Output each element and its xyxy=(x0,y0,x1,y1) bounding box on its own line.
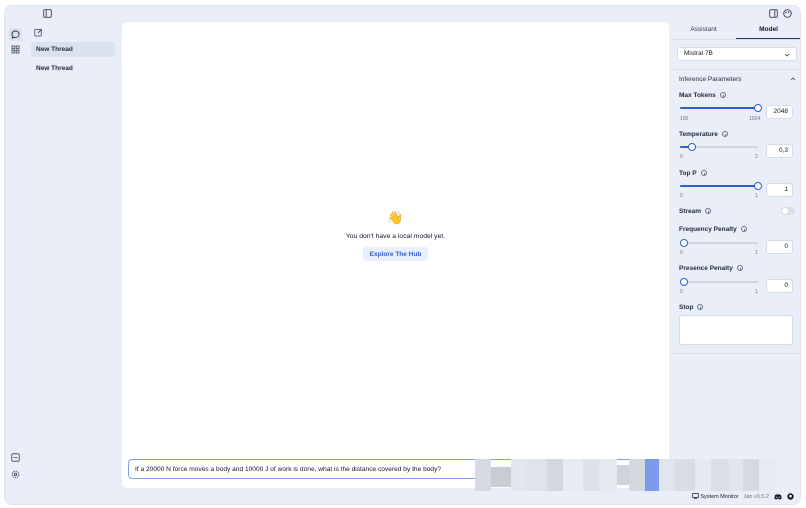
tab-assistant[interactable]: Assistant xyxy=(671,22,736,39)
model-select[interactable]: Mistral 7B xyxy=(677,47,797,61)
stop-textarea[interactable] xyxy=(679,315,793,345)
info-icon[interactable] xyxy=(705,208,712,214)
app-version: Jan v0.5.2 xyxy=(743,493,769,500)
thread-list: New Thread New Thread xyxy=(27,6,119,504)
section-divider xyxy=(671,69,800,70)
frequency-penalty-label: Frequency Penalty xyxy=(679,226,747,233)
model-select-value: Mistral 7B xyxy=(684,50,713,57)
gear-icon xyxy=(11,470,20,479)
stream-toggle[interactable] xyxy=(781,207,795,215)
info-icon[interactable] xyxy=(719,92,726,98)
top-p-slider[interactable] xyxy=(680,182,762,190)
thread-item[interactable]: New Thread xyxy=(31,61,115,76)
max-tokens-slider[interactable] xyxy=(680,104,762,112)
right-settings-panel: Assistant Model Mistral 7B Inference Par… xyxy=(671,6,800,504)
new-thread-icon[interactable] xyxy=(34,28,43,37)
local-api-nav-button[interactable] xyxy=(9,451,22,464)
max-tokens-max: 1024 xyxy=(749,116,761,122)
chevron-down-icon xyxy=(784,53,790,57)
temperature-thumb[interactable] xyxy=(687,143,696,151)
temperature-input[interactable]: 0,3 xyxy=(766,144,793,158)
github-icon[interactable] xyxy=(787,493,794,500)
hub-nav-button[interactable] xyxy=(9,43,22,56)
monitor-icon xyxy=(692,493,699,499)
app-window: New Thread New Thread 👋 You don't have a… xyxy=(4,5,801,505)
chat-main-panel: 👋 You don't have a local model yet. Expl… xyxy=(122,22,669,488)
max-tokens-min: 100 xyxy=(680,116,689,122)
frequency-penalty-max: 1 xyxy=(755,250,758,256)
wave-emoji: 👋 xyxy=(387,210,404,225)
frequency-penalty-input[interactable]: 0 xyxy=(766,240,793,254)
inference-parameters-title[interactable]: Inference Parameters xyxy=(679,76,742,83)
system-monitor-button[interactable]: System Monitor xyxy=(692,493,739,500)
frequency-penalty-min: 0 xyxy=(680,250,683,256)
temperature-max: 2 xyxy=(755,154,758,160)
max-tokens-input[interactable]: 2048 xyxy=(766,105,793,119)
presence-penalty-min: 0 xyxy=(680,289,683,295)
explore-hub-button[interactable]: Explore The Hub xyxy=(363,247,428,261)
thread-item[interactable]: New Thread xyxy=(31,42,115,57)
empty-state-message: You don't have a local model yet. xyxy=(345,233,446,240)
presence-penalty-label: Presence Penalty xyxy=(679,265,743,272)
frequency-penalty-thumb[interactable] xyxy=(680,239,688,247)
top-p-fill xyxy=(680,185,758,187)
section-divider xyxy=(671,353,800,354)
info-icon[interactable] xyxy=(740,226,747,232)
top-p-input[interactable]: 1 xyxy=(766,183,793,197)
info-icon[interactable] xyxy=(697,304,704,310)
terminal-icon xyxy=(11,453,20,462)
chat-nav-button[interactable] xyxy=(9,28,22,41)
nav-rail xyxy=(5,6,27,504)
grid-icon xyxy=(11,45,20,54)
presence-penalty-thumb[interactable] xyxy=(680,278,688,286)
max-tokens-fill xyxy=(680,107,758,109)
chevron-up-icon[interactable] xyxy=(790,76,796,82)
tab-divider xyxy=(671,39,800,40)
temperature-label: Temperature xyxy=(679,131,728,138)
frequency-penalty-slider[interactable] xyxy=(680,239,758,247)
stop-label: Stop xyxy=(679,304,704,311)
panel-tabs: Assistant Model xyxy=(671,22,800,39)
top-p-max: 1 xyxy=(755,193,758,199)
max-tokens-label: Max Tokens xyxy=(679,92,726,99)
presence-penalty-slider[interactable] xyxy=(680,278,758,286)
top-p-min: 0 xyxy=(680,193,683,199)
info-icon[interactable] xyxy=(700,170,707,176)
discord-icon[interactable] xyxy=(774,493,782,500)
settings-nav-button[interactable] xyxy=(9,468,22,481)
tab-model[interactable]: Model xyxy=(736,22,800,39)
status-footer: System Monitor Jan v0.5.2 xyxy=(692,493,794,500)
info-icon[interactable] xyxy=(721,131,728,137)
top-p-thumb[interactable] xyxy=(754,182,762,190)
presence-penalty-input[interactable]: 0 xyxy=(766,279,793,293)
temperature-slider[interactable] xyxy=(680,143,758,151)
max-tokens-thumb[interactable] xyxy=(754,104,762,112)
top-p-label: Top P xyxy=(679,170,707,177)
stream-label: Stream xyxy=(679,208,712,215)
presence-penalty-max: 1 xyxy=(755,289,758,295)
chat-icon xyxy=(11,30,20,39)
temperature-min: 0 xyxy=(680,154,683,160)
info-icon[interactable] xyxy=(736,265,743,271)
